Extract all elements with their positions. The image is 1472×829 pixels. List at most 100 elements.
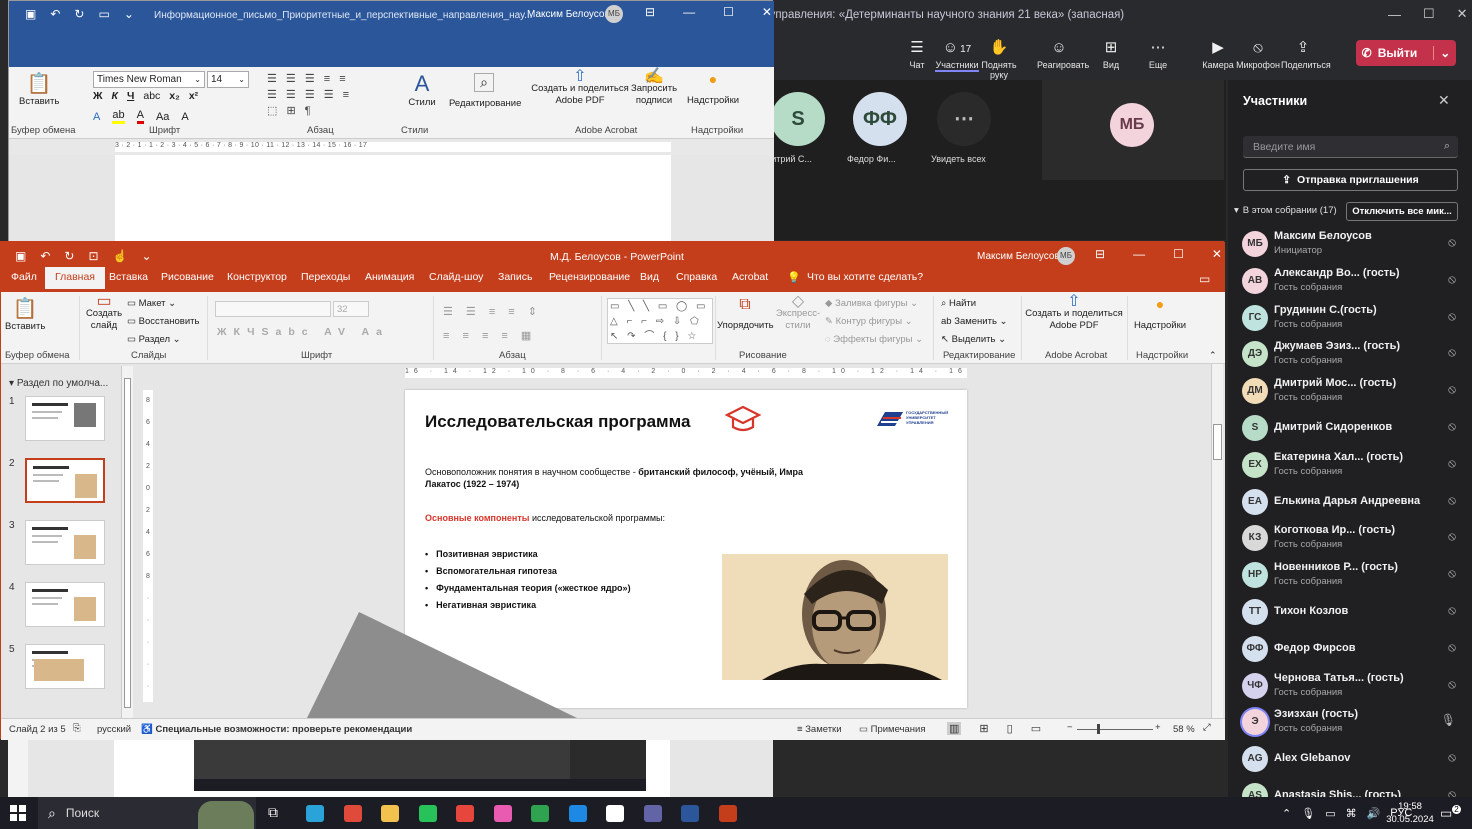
mic-off-icon[interactable]: ⦸	[1448, 529, 1456, 544]
word-editing-button[interactable]: ⌕ Редактирование	[449, 73, 521, 109]
replace-button[interactable]: ab Заменить ⌄	[941, 316, 1008, 327]
shape-fill-button[interactable]: ◆ Заливка фигуры ⌄	[825, 298, 918, 309]
ppt-user-avatar[interactable]: МБ	[1057, 247, 1075, 265]
comments-icon[interactable]: ▭	[1199, 272, 1210, 286]
participant-tile-avatar[interactable]: ФФ	[853, 92, 907, 146]
underline-button[interactable]: Ч	[127, 90, 134, 102]
toolbar-more-button[interactable]: ⋯ Еще	[1136, 38, 1180, 70]
editor-scrollbar[interactable]	[1211, 364, 1223, 718]
participant-row[interactable]: АВ Александр Во... (гость) Гость собрания ⦸	[1228, 263, 1472, 300]
mic-off-icon[interactable]: ⦸	[1448, 272, 1456, 287]
search-input[interactable]: Введите имя ⌕	[1243, 136, 1458, 158]
slide-sorter-icon[interactable]: ⊞	[979, 722, 988, 735]
participant-tile-avatar[interactable]: ⋯	[937, 92, 991, 146]
new-document-icon[interactable]: ▭	[98, 7, 109, 21]
participant-row[interactable]: ГС Грудинин С.(гость) Гость собрания ⦸	[1228, 300, 1472, 337]
notes-button[interactable]: ≡ Заметки	[797, 724, 842, 735]
slide-title[interactable]: Исследовательская программа	[425, 412, 690, 432]
mic-off-icon[interactable]: ⦸	[1448, 419, 1456, 434]
participant-row[interactable]: ЕА Елькина Дарья Андреевна ⦸	[1228, 484, 1472, 521]
mic-off-icon[interactable]: ⦸	[1448, 677, 1456, 692]
word-icon[interactable]	[681, 805, 699, 822]
find-button[interactable]: ⌕ Найти	[941, 298, 976, 309]
save-icon[interactable]: ▣	[15, 249, 26, 263]
participant-tile-avatar[interactable]: S	[771, 92, 825, 146]
participant-row[interactable]: МБ Максим Белоусов Инициатор ⦸	[1228, 226, 1472, 263]
toolbar-share-button[interactable]: ⇪ Поделиться	[1281, 38, 1331, 70]
ppt-addins-button[interactable]: ● Надстройки	[1131, 296, 1189, 331]
ppt-create-pdf-button[interactable]: ⇧ Создать и поделиться Adobe PDF	[1025, 294, 1123, 332]
mic-off-icon[interactable]: ⦸	[1448, 640, 1456, 655]
maximize-icon[interactable]: ☐	[1423, 6, 1435, 22]
word-user-avatar[interactable]: МБ	[605, 5, 623, 23]
word-styles-button[interactable]: A Стили	[405, 71, 439, 108]
accessibility-status[interactable]: ♿ Специальные возможности: проверьте рек…	[141, 724, 412, 735]
chrome-icon[interactable]	[343, 805, 362, 822]
select-button[interactable]: ↖ Выделить ⌄	[941, 334, 1006, 345]
invite-button[interactable]: ⇪ Отправка приглашения	[1243, 169, 1458, 191]
ppt-tab[interactable]: Главная	[45, 267, 105, 289]
layout-button[interactable]: ▭ Макет ⌄	[127, 298, 176, 309]
leave-button[interactable]: ✆ Выйти ⌄	[1356, 40, 1456, 66]
mic-off-icon[interactable]: ⦸	[1448, 309, 1456, 324]
slide-thumbnail[interactable]	[25, 644, 105, 689]
font-name-select[interactable]	[215, 301, 331, 317]
ppt-tab[interactable]: Запись	[498, 271, 532, 283]
font-color-icon[interactable]: A	[136, 109, 144, 124]
reset-button[interactable]: ▭ Восстановить	[127, 316, 199, 327]
mic-off-icon[interactable]: ⦸	[1448, 382, 1456, 397]
clock[interactable]: 19:58 30.05.2024	[1382, 800, 1438, 826]
close-icon[interactable]: ✕	[1457, 6, 1468, 22]
bullet-list[interactable]: • Позитивная эвристика • Вспомогательная ги…	[425, 546, 631, 614]
save-icon[interactable]: ▣	[25, 7, 36, 21]
ppt-tab[interactable]: Файл	[11, 271, 37, 283]
monitor-icon[interactable]: ▭	[1325, 807, 1335, 820]
grow-font-icon[interactable]: A	[181, 111, 188, 123]
whatsapp-icon[interactable]	[418, 805, 437, 822]
participant-row[interactable]: ДЭ Джумаев Эзиз... (гость) Гость собрания ⦸	[1228, 336, 1472, 373]
teams-icon[interactable]	[643, 805, 662, 822]
participant-row[interactable]: ФФ Федор Фирсов ⦸	[1228, 631, 1472, 668]
mic-off-icon[interactable]: ⦸	[1448, 345, 1456, 360]
participant-row[interactable]: КЗ Коготкова Ир... (гость) Гость собрания ⦸	[1228, 520, 1472, 557]
chevron-up-icon[interactable]: ⌃	[1282, 807, 1291, 820]
word-addins-button[interactable]: ● Надстройки	[685, 71, 741, 106]
volume-icon[interactable]: 🔊	[1367, 807, 1381, 820]
ppt-tab[interactable]: Acrobat	[732, 271, 768, 283]
fit-slide-icon[interactable]: ⤢	[1203, 722, 1211, 733]
normal-view-icon[interactable]: ▥	[947, 722, 962, 735]
collapse-ribbon-icon[interactable]: ⌃	[1209, 350, 1217, 361]
itunes-icon[interactable]	[493, 805, 512, 822]
minimize-icon[interactable]: —	[1133, 247, 1145, 261]
slide-thumbnail[interactable]	[25, 520, 105, 565]
zoom-level[interactable]: 58 %	[1173, 724, 1195, 735]
drive-icon[interactable]	[531, 805, 549, 822]
undo-icon[interactable]: ↶	[50, 7, 60, 21]
participant-row[interactable]: ДМ Дмитрий Мос... (гость) Гость собрания ⦸	[1228, 373, 1472, 410]
ppt-paste-button[interactable]: 📋 Вставить	[5, 296, 45, 332]
participant-row[interactable]: AG Alex Glebanov ⦸	[1228, 741, 1472, 778]
language-indicator[interactable]: русский	[97, 724, 131, 735]
task-view-icon[interactable]: ⧉	[268, 804, 278, 821]
bold-button[interactable]: Ж	[93, 90, 103, 102]
ppt-tab[interactable]: Вставка	[109, 271, 148, 283]
customize-icon[interactable]: ⌄	[124, 7, 134, 21]
present-icon[interactable]: ⊡	[88, 249, 98, 263]
mic-icon[interactable]: 🎙	[1301, 807, 1315, 820]
mic-off-icon[interactable]: ⦸	[1448, 493, 1456, 508]
toolbar-grid-button[interactable]: ⊞ Вид	[1089, 38, 1133, 70]
comments-button[interactable]: ▭ Примечания	[859, 724, 925, 735]
store-icon[interactable]	[568, 805, 587, 822]
section-header[interactable]: ▾ В этом собрании (17)	[1234, 205, 1337, 216]
slideshow-icon[interactable]: ▭	[1031, 722, 1041, 735]
slide-thumbnail[interactable]	[25, 458, 105, 503]
close-icon[interactable]: ✕	[1438, 92, 1450, 109]
ppt-tab[interactable]: Рисование	[161, 271, 214, 283]
zoom-slider[interactable]: − +	[1067, 722, 1163, 736]
mic-off-icon[interactable]: ⦸	[1448, 566, 1456, 581]
components-heading[interactable]: Основные компоненты исследовательской пр…	[425, 513, 665, 523]
touch-mode-icon[interactable]: ☝	[113, 249, 128, 263]
text-effects-icon[interactable]: A	[93, 111, 100, 123]
section-button[interactable]: ▭ Раздел ⌄	[127, 334, 181, 345]
minimize-icon[interactable]: —	[683, 5, 695, 19]
